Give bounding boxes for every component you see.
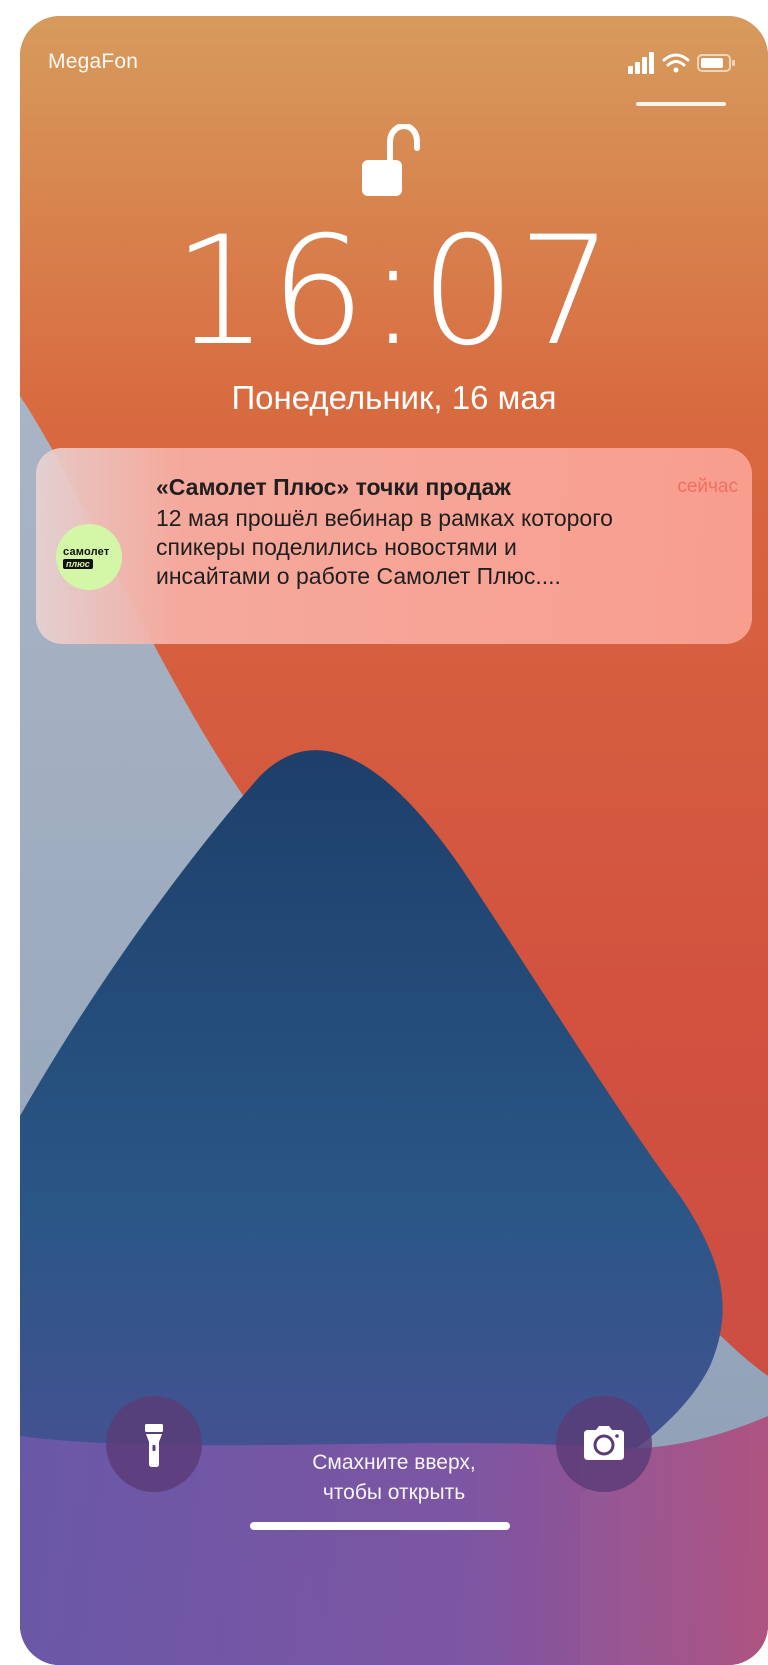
notification-title: «Самолет Плюс» точки продаж [156, 474, 511, 500]
status-bar: MegaFon [20, 16, 768, 106]
notification-body-line: инсайтами о работе Самолет Плюс.... [156, 563, 561, 589]
swipe-up-hint: Смахните вверх, чтобы открыть [20, 1448, 768, 1508]
wifi-icon [662, 53, 690, 73]
signal-icon [628, 52, 654, 74]
lock-screen-date: Понедельник, 16 мая [231, 379, 557, 416]
control-center-indicator[interactable] [636, 102, 726, 106]
home-indicator[interactable] [250, 1522, 510, 1530]
notification-body-line: спикеры поделились новостями и [156, 534, 517, 560]
app-icon-sublabel: плюс [63, 559, 93, 569]
notification-body: 12 мая прошёл вебинар в рамках которого … [156, 504, 736, 591]
swipe-hint-line: Смахните вверх, [312, 1451, 476, 1474]
lock-screen: MegaFon 16:07 Понедельник, 16 мая самоле… [20, 16, 768, 1665]
unlocked-padlock-icon [362, 124, 420, 196]
app-icon-samolet-plus: самолет плюс [56, 524, 122, 590]
app-icon-label: самолет [63, 546, 110, 558]
swipe-hint-line: чтобы открыть [322, 1481, 466, 1504]
notification-body-line: 12 мая прошёл вебинар в рамках которого [156, 505, 613, 531]
carrier-name: MegaFon [48, 50, 139, 73]
notification-time: сейчас [677, 476, 738, 497]
battery-icon [697, 54, 735, 72]
notification-card[interactable]: самолет плюс «Самолет Плюс» точки продаж… [36, 448, 752, 644]
lock-screen-time: 16:07 [172, 205, 616, 379]
status-icons [628, 52, 735, 74]
